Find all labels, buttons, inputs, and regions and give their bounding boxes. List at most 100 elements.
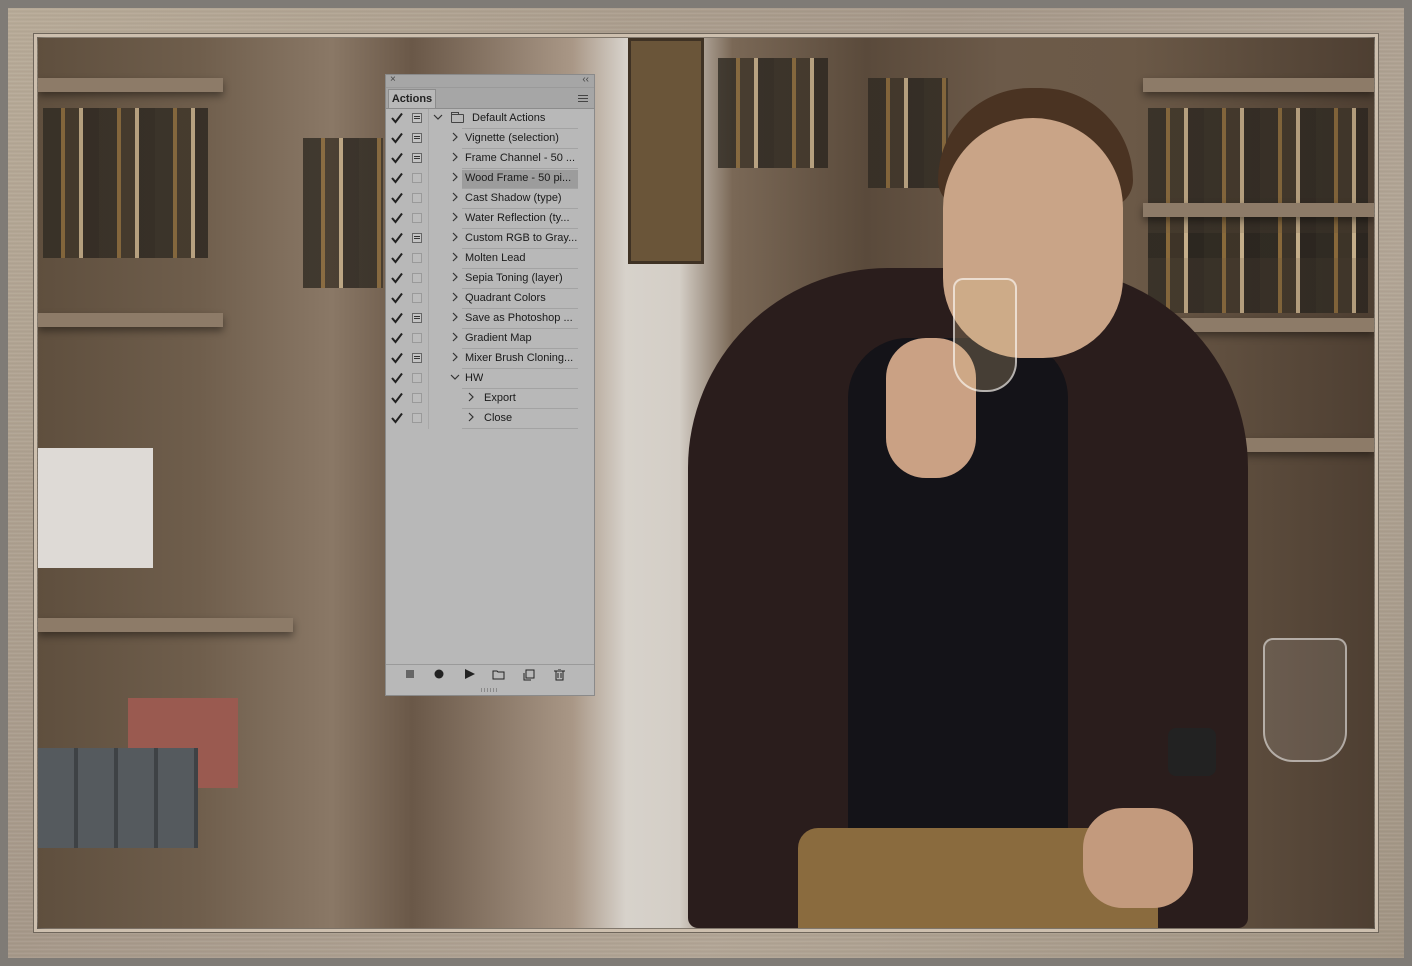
toggle-checkmark-icon[interactable] <box>391 412 405 426</box>
actions-panel: × ‹‹ Actions Default Actions Vignette (se… <box>385 74 595 696</box>
dialog-toggle-icon[interactable] <box>412 353 422 363</box>
action-label: Gradient Map <box>465 332 532 344</box>
panel-titlebar[interactable]: × ‹‹ <box>386 74 594 88</box>
dialog-toggle-icon[interactable] <box>412 253 422 263</box>
action-label: Close <box>484 412 513 424</box>
column-divider <box>428 349 429 369</box>
new-item-icon[interactable] <box>522 669 536 681</box>
record-icon[interactable] <box>432 669 446 681</box>
bottle-row <box>1148 233 1368 313</box>
panel-menu-icon[interactable] <box>578 94 588 102</box>
stop-icon[interactable] <box>403 669 417 681</box>
action-row[interactable]: Cast Shadow (type) <box>386 189 594 209</box>
tab-actions[interactable]: Actions <box>388 89 436 108</box>
dialog-toggle-icon[interactable] <box>412 413 422 423</box>
chevron-right-icon[interactable] <box>450 272 460 285</box>
action-label: Quadrant Colors <box>465 292 546 304</box>
action-row[interactable]: Wood Frame - 50 pi... <box>386 169 594 189</box>
play-icon[interactable] <box>463 669 477 681</box>
chevron-right-icon[interactable] <box>450 172 460 185</box>
shelf <box>1143 203 1374 217</box>
chevron-right-icon[interactable] <box>450 132 460 145</box>
gift-box <box>38 448 153 568</box>
action-set-row[interactable]: Default Actions <box>386 109 594 129</box>
chevron-right-icon[interactable] <box>450 352 460 365</box>
folder-icon[interactable] <box>491 669 505 681</box>
toggle-checkmark-icon[interactable] <box>391 332 405 346</box>
dialog-toggle-icon[interactable] <box>412 233 422 243</box>
chevron-right-icon[interactable] <box>450 292 460 305</box>
chevron-right-icon[interactable] <box>450 232 460 245</box>
chevron-right-icon[interactable] <box>450 252 460 265</box>
action-label: Export <box>484 392 516 404</box>
action-label: Default Actions <box>472 112 546 124</box>
toggle-checkmark-icon[interactable] <box>391 132 405 146</box>
bottle-row <box>43 108 208 258</box>
action-label: Frame Channel - 50 ... <box>465 152 576 164</box>
resize-grip[interactable] <box>481 688 499 692</box>
toggle-checkmark-icon[interactable] <box>391 392 405 406</box>
dialog-toggle-icon[interactable] <box>412 333 422 343</box>
chevron-right-icon[interactable] <box>466 392 476 405</box>
chevron-right-icon[interactable] <box>466 412 476 425</box>
panel-footer <box>386 664 594 685</box>
action-row[interactable]: Sepia Toning (layer) <box>386 269 594 289</box>
dialog-toggle-icon[interactable] <box>412 373 422 383</box>
toggle-checkmark-icon[interactable] <box>391 172 405 186</box>
toggle-checkmark-icon[interactable] <box>391 212 405 226</box>
action-label: Cast Shadow (type) <box>465 192 562 204</box>
column-divider <box>428 269 429 289</box>
close-icon[interactable]: × <box>390 74 396 85</box>
toggle-checkmark-icon[interactable] <box>391 192 405 206</box>
action-row[interactable]: Custom RGB to Gray... <box>386 229 594 249</box>
person-hand <box>1083 808 1193 908</box>
action-row[interactable]: Mixer Brush Cloning... <box>386 349 594 369</box>
toggle-checkmark-icon[interactable] <box>391 112 405 126</box>
dialog-toggle-icon[interactable] <box>412 293 422 303</box>
dialog-toggle-icon[interactable] <box>412 113 422 123</box>
column-divider <box>428 409 429 429</box>
dialog-toggle-icon[interactable] <box>412 213 422 223</box>
dialog-toggle-icon[interactable] <box>412 133 422 143</box>
dialog-toggle-icon[interactable] <box>412 173 422 183</box>
canvas-photo <box>38 38 1374 928</box>
toggle-checkmark-icon[interactable] <box>391 272 405 286</box>
dialog-toggle-icon[interactable] <box>412 393 422 403</box>
action-row[interactable]: Save as Photoshop ... <box>386 309 594 329</box>
action-row[interactable]: Molten Lead <box>386 249 594 269</box>
dialog-toggle-icon[interactable] <box>412 193 422 203</box>
toggle-checkmark-icon[interactable] <box>391 352 405 366</box>
chevron-right-icon[interactable] <box>450 212 460 225</box>
folder-icon <box>451 112 464 123</box>
panel-tabbar: Actions <box>386 88 594 109</box>
chevron-down-icon[interactable] <box>433 112 443 125</box>
action-row[interactable]: HW <box>386 369 594 389</box>
toggle-checkmark-icon[interactable] <box>391 312 405 326</box>
dialog-toggle-icon[interactable] <box>412 313 422 323</box>
shelf <box>38 618 293 632</box>
toggle-checkmark-icon[interactable] <box>391 372 405 386</box>
dialog-toggle-icon[interactable] <box>412 153 422 163</box>
action-row[interactable]: Gradient Map <box>386 329 594 349</box>
toggle-checkmark-icon[interactable] <box>391 252 405 266</box>
collapse-icon[interactable]: ‹‹ <box>582 74 589 85</box>
trash-icon[interactable] <box>552 668 566 681</box>
chevron-right-icon[interactable] <box>450 152 460 165</box>
dialog-toggle-icon[interactable] <box>412 273 422 283</box>
toggle-checkmark-icon[interactable] <box>391 152 405 166</box>
action-row[interactable]: Close <box>386 409 594 429</box>
chevron-right-icon[interactable] <box>450 312 460 325</box>
chevron-right-icon[interactable] <box>450 332 460 345</box>
action-row[interactable]: Vignette (selection) <box>386 129 594 149</box>
action-row[interactable]: Export <box>386 389 594 409</box>
toggle-checkmark-icon[interactable] <box>391 292 405 306</box>
action-row[interactable]: Quadrant Colors <box>386 289 594 309</box>
action-label: Molten Lead <box>465 252 526 264</box>
action-row[interactable]: Frame Channel - 50 ... <box>386 149 594 169</box>
action-row[interactable]: Water Reflection (ty... <box>386 209 594 229</box>
chevron-right-icon[interactable] <box>450 192 460 205</box>
column-divider <box>428 109 429 129</box>
wall-poster <box>628 38 704 264</box>
chevron-down-icon[interactable] <box>450 372 460 385</box>
toggle-checkmark-icon[interactable] <box>391 232 405 246</box>
